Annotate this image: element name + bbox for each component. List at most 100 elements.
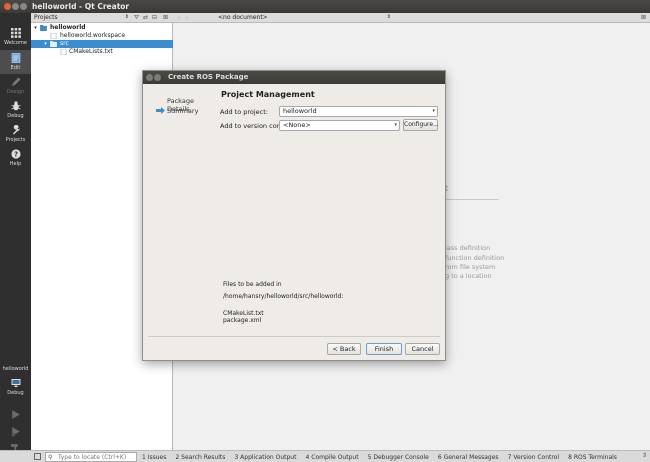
back-arrow-icon[interactable]: ‹ (175, 13, 183, 23)
bug-icon (10, 101, 21, 111)
locator-input[interactable] (58, 453, 136, 461)
document-toolbar: ‹ › <no document> ⇕ ⊠ (173, 13, 650, 23)
close-icon[interactable]: ⊠ (162, 14, 169, 21)
version-control-value: <None> (283, 121, 311, 129)
window-titlebar: helloworld - Qt Creator (0, 0, 650, 13)
tree-node-label: helloworld (50, 24, 86, 31)
pane-tab-ros-terminals[interactable]: 8 ROS Terminals (568, 454, 617, 461)
wrench-icon (12, 125, 20, 135)
background-hint-text: g to a location (445, 272, 492, 280)
tree-node-label: src (60, 40, 69, 47)
pane-tab-compile-output[interactable]: 4 Compile Output (306, 454, 359, 461)
folder-icon (50, 41, 57, 47)
add-to-project-label: Add to project: (220, 108, 268, 116)
files-summary-path: /home/hansry/helloworld/src/helloworld: (223, 293, 344, 300)
kit-mode-label: Debug (7, 390, 24, 396)
mode-label: Debug (7, 113, 24, 119)
document-select[interactable]: <no document> ⇕ (218, 14, 393, 22)
mode-label: Edit (10, 65, 21, 71)
window-maximize-button[interactable] (20, 3, 27, 10)
page-title: Project Management (221, 90, 315, 99)
split-icon[interactable]: ⊟ (151, 14, 158, 21)
files-summary-title: Files to be added in (223, 281, 282, 288)
window-minimize-button[interactable] (12, 3, 19, 10)
add-to-project-value: helloworld (283, 107, 317, 115)
pane-tab-search-results[interactable]: 2 Search Results (175, 454, 225, 461)
mode-welcome[interactable]: Welcome (0, 25, 31, 49)
tree-node-folder[interactable]: ▾ src (31, 40, 173, 48)
cancel-button[interactable]: Cancel (405, 343, 440, 355)
wizard-step-summary: Summary (167, 107, 199, 115)
files-summary-item: package.xml (223, 317, 262, 324)
projects-view-select[interactable]: Projects ⇕ (34, 14, 130, 22)
background-hint-text: lass definition (445, 244, 491, 252)
mode-label: Welcome (4, 40, 27, 46)
mode-label: Design (6, 89, 25, 95)
tree-node-project[interactable]: ▾ helloworld (31, 24, 173, 32)
document-select-value: <no document> (218, 14, 268, 21)
run-debug-icon[interactable] (10, 426, 21, 437)
wizard-steps: Package Details Summary (143, 84, 216, 336)
file-icon (60, 49, 67, 55)
chevron-down-icon: ▾ (394, 122, 397, 128)
file-icon (50, 33, 57, 39)
tree-node-file[interactable]: CMakeLists.txt (31, 48, 173, 56)
forward-arrow-icon[interactable]: › (183, 13, 191, 23)
edit-icon (11, 53, 20, 63)
tree-node-label: helloworld.workspace (60, 32, 126, 39)
run-icon[interactable] (10, 409, 21, 420)
configure-button[interactable]: Configure... (403, 119, 439, 131)
project-folder-icon (40, 25, 47, 31)
window-title: helloworld - Qt Creator (32, 2, 130, 11)
window-close-button[interactable] (4, 3, 11, 10)
mode-projects[interactable]: Projects (0, 122, 31, 146)
mode-debug[interactable]: Debug (0, 98, 31, 122)
dialog-titlebar: Create ROS Package (143, 71, 445, 84)
pane-tab-version-control[interactable]: 7 Version Control (508, 454, 559, 461)
dialog-divider (148, 336, 440, 337)
tree-node-file[interactable]: helloworld.workspace (31, 32, 173, 40)
add-to-project-combobox[interactable]: helloworld ▾ (279, 106, 438, 117)
pane-tab-issues[interactable]: 1 Issues (142, 454, 166, 461)
monitor-icon (11, 379, 20, 387)
chevron-down-icon: ▾ (34, 25, 37, 31)
locator[interactable]: ⚲ (45, 452, 137, 462)
updown-icon[interactable]: ⇕ (642, 452, 647, 459)
output-pane-tabs: 1 Issues 2 Search Results 3 Application … (142, 453, 624, 462)
status-bar: ⚲ 1 Issues 2 Search Results 3 Applicatio… (0, 450, 650, 462)
pane-tab-debugger-console[interactable]: 5 Debugger Console (368, 454, 429, 461)
kit-project-label: helloworld (2, 366, 29, 372)
projects-view-label: Projects (34, 14, 58, 21)
chevron-down-icon: ▾ (432, 108, 435, 114)
background-hint-text: function definition (445, 254, 505, 262)
kit-selector[interactable]: Debug (0, 376, 31, 400)
mode-help[interactable]: ? Help (0, 146, 31, 170)
projects-panel-header: Projects ⇕ ⛛ ⇄ ⊟ ⊠ (31, 13, 173, 23)
create-ros-package-dialog: Create ROS Package Package Details Summa… (142, 70, 446, 361)
dialog-close-button[interactable] (146, 74, 153, 81)
pencil-icon (11, 77, 20, 86)
version-control-combobox[interactable]: <None> ▾ (279, 120, 400, 131)
svg-text:?: ? (13, 151, 17, 159)
background-divider (445, 199, 499, 200)
finish-button[interactable]: Finish (366, 343, 402, 355)
updown-icon: ⇕ (386, 14, 391, 20)
close-document-icon[interactable]: ⊠ (641, 14, 646, 21)
search-icon: ⚲ (48, 454, 53, 461)
toggle-sidebar-button[interactable] (34, 453, 41, 460)
mode-edit[interactable]: Edit (0, 50, 31, 74)
background-hint-text: rom file system (445, 263, 496, 271)
filter-icon[interactable]: ⛛ (133, 14, 140, 21)
sync-icon[interactable]: ⇄ (142, 14, 149, 21)
mode-bar: Welcome Edit Design Debug Projects ? Hel… (0, 13, 31, 454)
tree-node-label: CMakeLists.txt (69, 48, 113, 55)
pane-tab-application-output[interactable]: 3 Application Output (234, 454, 296, 461)
pane-tab-general-messages[interactable]: 6 General Messages (438, 454, 499, 461)
chevron-down-icon: ▾ (44, 41, 47, 47)
mode-label: Projects (5, 137, 26, 143)
updown-icon: ⇕ (124, 14, 129, 20)
dialog-minimize-button[interactable] (154, 74, 161, 81)
mode-label: Help (9, 161, 22, 167)
mode-design[interactable]: Design (0, 74, 31, 98)
back-button[interactable]: < Back (327, 343, 361, 355)
